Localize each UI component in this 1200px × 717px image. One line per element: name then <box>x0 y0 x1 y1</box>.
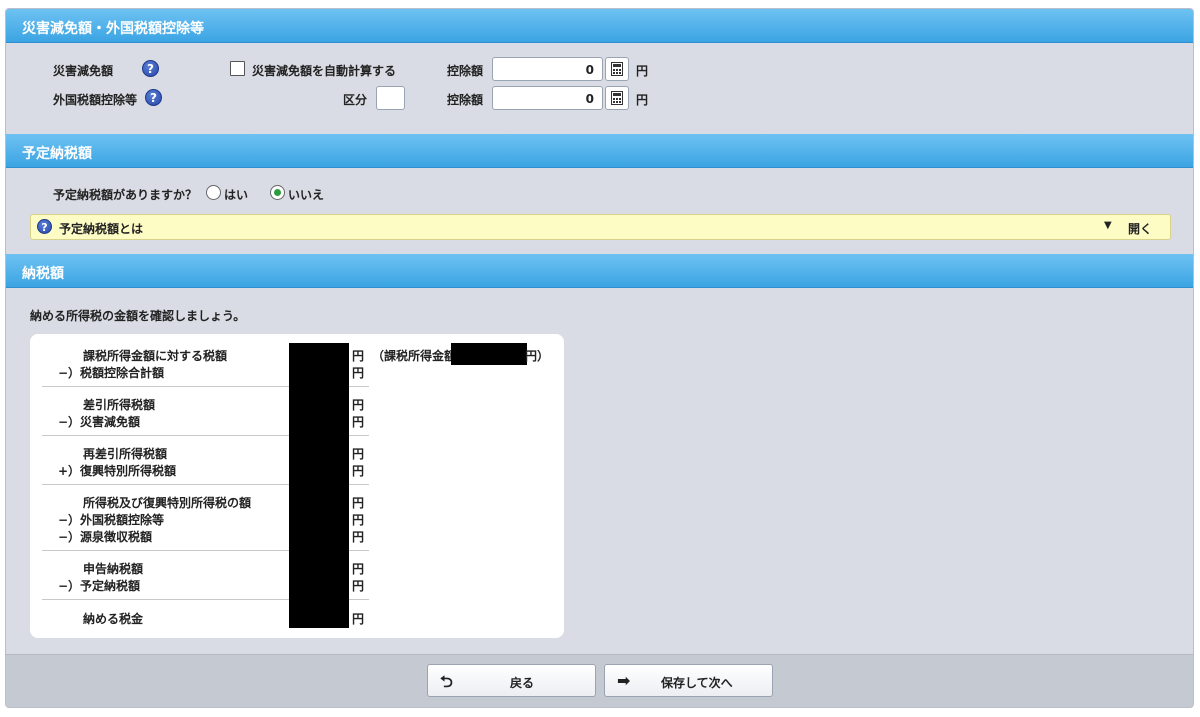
save-next-label: 保存して次へ <box>661 676 733 690</box>
help-icon[interactable]: ? <box>142 60 159 77</box>
prepaid-info-toggle[interactable]: ? 予定納税額とは ▼ 開く <box>30 214 1171 240</box>
yen-unit: 円 <box>352 562 365 576</box>
help-icon[interactable]: ? <box>145 89 162 106</box>
section-header-prepaid: 予定納税額 <box>6 134 1193 168</box>
radio-yes-label: はい <box>224 188 249 202</box>
row-label: −）予定納税額 <box>58 579 141 593</box>
row-label: −）災害減免額 <box>58 415 141 429</box>
redacted-values <box>289 343 349 628</box>
tax-form-page: 災害減免額・外国税額控除等 災害減免額 ? 災害減免額を自動計算する 控除額 0… <box>5 8 1194 708</box>
deduction-label: 控除額 <box>447 93 484 107</box>
foreign-deduction-input[interactable]: 0 <box>492 86 603 110</box>
foreign-tax-label: 外国税額控除等 <box>53 93 138 107</box>
yen-unit: 円 <box>352 612 365 626</box>
footer-bar: ⮌ 戻る ➡ 保存して次へ <box>6 654 1193 707</box>
yen-unit: 円 <box>352 398 365 412</box>
section-title-prepaid: 予定納税額 <box>22 146 92 162</box>
triangle-down-icon: ▼ <box>1104 220 1112 231</box>
taxable-income-note-close: 円） <box>525 349 550 363</box>
radio-no[interactable] <box>270 185 285 200</box>
section-title-tax: 納税額 <box>22 266 64 282</box>
prepaid-question: 予定納税額がありますか？ <box>53 188 198 202</box>
yen-unit: 円 <box>636 93 649 107</box>
yen-unit: 円 <box>352 513 365 527</box>
help-icon: ? <box>37 219 52 234</box>
section-title-disaster: 災害減免額・外国税額控除等 <box>22 21 204 37</box>
auto-calc-checkbox[interactable] <box>230 61 245 76</box>
save-next-button[interactable]: ➡ 保存して次へ <box>604 664 773 697</box>
yen-unit: 円 <box>352 579 365 593</box>
yen-unit: 円 <box>352 349 365 363</box>
yen-unit: 円 <box>352 496 365 510</box>
tax-summary-card: 課税所得金額に対する税額 −）税額控除合計額 差引所得税額 −）災害減免額 再差… <box>30 334 564 638</box>
row-label: 再差引所得税額 <box>83 447 168 461</box>
section-header-disaster: 災害減免額・外国税額控除等 <box>6 9 1193 43</box>
row-label: 所得税及び復興特別所得税の額 <box>83 496 252 510</box>
yen-unit: 円 <box>636 64 649 78</box>
back-label: 戻る <box>510 676 535 690</box>
row-label: 課税所得金額に対する税額 <box>83 349 228 363</box>
yen-unit: 円 <box>352 366 365 380</box>
calculator-icon <box>611 91 623 105</box>
row-label: −）源泉徴収税額 <box>58 530 153 544</box>
yen-unit: 円 <box>352 464 365 478</box>
category-input[interactable] <box>376 86 405 110</box>
row-label: −）外国税額控除等 <box>58 513 165 527</box>
row-label: 申告納税額 <box>83 562 144 576</box>
deduction-label: 控除額 <box>447 64 484 78</box>
row-label: 差引所得税額 <box>83 398 156 412</box>
taxable-income-note: （課税所得金額 <box>372 349 457 363</box>
section-header-tax: 納税額 <box>6 254 1193 288</box>
open-label: 開く <box>1128 222 1153 236</box>
row-label: +）復興特別所得税額 <box>58 464 177 478</box>
disaster-label: 災害減免額 <box>53 64 114 78</box>
disaster-deduction-input[interactable]: 0 <box>492 57 603 81</box>
return-arrow-icon: ⮌ <box>440 672 453 691</box>
info-text: 予定納税額とは <box>59 222 144 236</box>
radio-no-label: いいえ <box>288 188 325 202</box>
calculator-button[interactable] <box>605 57 629 81</box>
row-label: 納める税金 <box>83 612 144 626</box>
yen-unit: 円 <box>352 447 365 461</box>
category-label: 区分 <box>343 93 368 107</box>
back-button[interactable]: ⮌ 戻る <box>427 664 596 697</box>
auto-calc-label: 災害減免額を自動計算する <box>252 64 397 78</box>
calculator-button[interactable] <box>605 86 629 110</box>
yen-unit: 円 <box>352 415 365 429</box>
row-label: −）税額控除合計額 <box>58 366 165 380</box>
radio-yes[interactable] <box>206 185 221 200</box>
arrow-right-icon: ➡ <box>617 671 631 690</box>
calculator-icon <box>611 62 623 76</box>
yen-unit: 円 <box>352 530 365 544</box>
redacted-taxable-income <box>451 343 527 365</box>
tax-intro: 納める所得税の金額を確認しましょう。 <box>30 309 246 323</box>
